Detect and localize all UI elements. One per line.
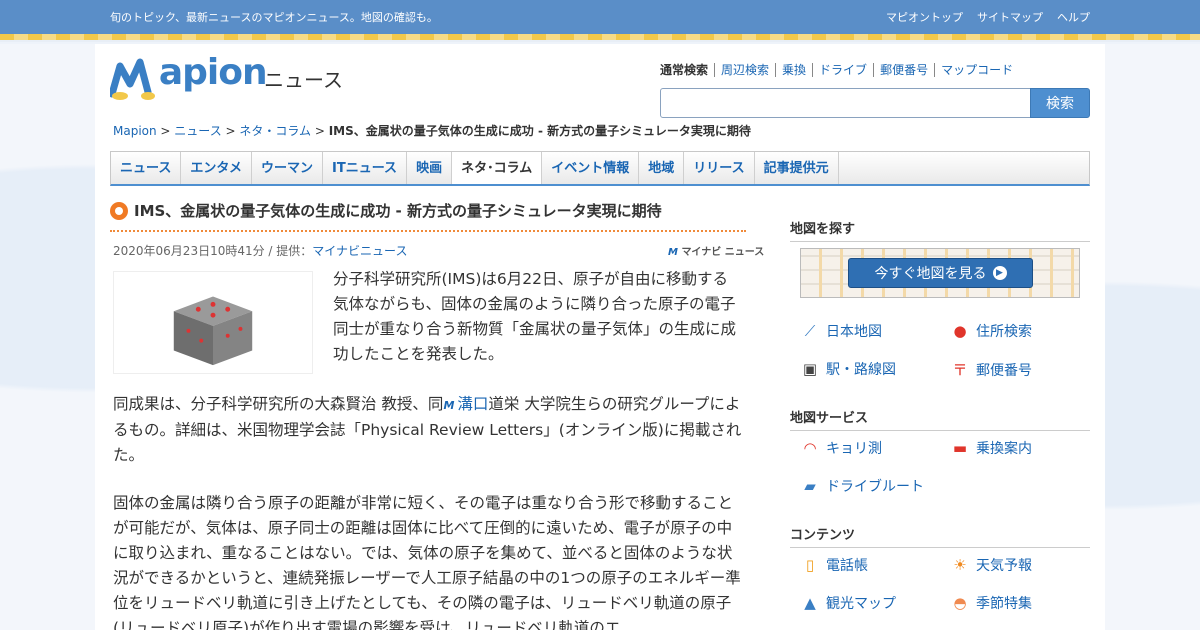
article-lead: 分子科学研究所(IMS)は6月22日、原子が自由に移動する気体ながらも、固体の金… (333, 270, 737, 363)
ruler-icon: ◠ (803, 439, 817, 457)
nav-release[interactable]: リリース (684, 152, 755, 184)
breadcrumb-mapion[interactable]: Mapion (113, 124, 157, 138)
section-title: ニュース (264, 68, 343, 92)
car-icon: ▰ (804, 477, 816, 495)
sidebar-link-station[interactable]: ▣ 駅・路線図 (800, 359, 896, 379)
postal-icon: 〒 (952, 361, 968, 379)
sidebar-heading-service: 地図サービス (790, 407, 1090, 431)
sun-icon: ☀ (953, 556, 967, 574)
logo-wordmark: apion (158, 52, 268, 93)
nav-providers[interactable]: 記事提供元 (755, 152, 839, 184)
sidebar-link-seasonal[interactable]: ◓ 季節特集 (950, 593, 1032, 613)
transit-label: 乗換案内 (976, 441, 1032, 457)
nav-it-news[interactable]: ITニュース (323, 152, 408, 184)
breadcrumb-news[interactable]: ニュース (174, 124, 221, 138)
sidebar-link-address-search[interactable]: ● 住所検索 (950, 321, 1032, 341)
distance-label: キョリ測 (826, 441, 882, 457)
seasonal-icon: ◓ (953, 594, 967, 612)
sidebar-link-sightseeing[interactable]: ▲ 観光マップ (800, 593, 896, 613)
mapion-logo-text[interactable]: Mapion (124, 52, 268, 93)
search-button[interactable]: 検索 (1030, 88, 1090, 118)
bus-icon: ▬ (952, 439, 968, 457)
sidebar-heading-contents: コンテンツ (790, 524, 1090, 548)
global-nav: ニュース エンタメ ウーマン ITニュース 映画 ネタ･コラム イベント情報 地… (110, 151, 1090, 186)
train-icon: ▣ (802, 360, 818, 378)
article-paragraph-2: 同成果は、分子科学研究所の大森賢治 教授、同M 溝口道栄 大学院生らの研究グループ… (113, 392, 743, 468)
lattice-illustration (173, 296, 253, 366)
top-link-sitemap[interactable]: サイトマップ (977, 9, 1043, 25)
nav-event[interactable]: イベント情報 (542, 152, 640, 184)
sidebar-link-distance[interactable]: ◠ キョリ測 (800, 438, 882, 458)
station-label: 駅・路線図 (826, 362, 896, 378)
provider-logo[interactable]: M マイナビ ニュース (668, 243, 764, 258)
sidebar-heading-map: 地図を探す (790, 218, 1090, 242)
breadcrumb-separator: > (156, 124, 175, 138)
search-type-tabs: 通常検索 周辺検索 乗換 ドライブ 郵便番号 マップコード (660, 63, 1019, 77)
article-provider-link[interactable]: マイナビニュース (312, 244, 407, 258)
japan-map-icon: ⟋ (804, 322, 816, 340)
nav-movie[interactable]: 映画 (407, 152, 453, 184)
sidebar-link-japan-map[interactable]: ⟋ 日本地図 (800, 321, 882, 341)
open-map-label: 今すぐ地図を見る (874, 266, 987, 282)
sightseeing-label: 観光マップ (826, 596, 896, 612)
top-link-help[interactable]: ヘルプ (1057, 9, 1090, 25)
search-tab-drive[interactable]: ドライブ (812, 63, 873, 77)
chevron-right-icon: ▶ (992, 266, 1007, 280)
top-bar: 旬のトピック、最新ニュースのマピオンニュース。地図の確認も。 マピオントップ サ… (0, 0, 1200, 34)
phonebook-label: 電話帳 (826, 558, 868, 574)
sidebar-link-weather[interactable]: ☀ 天気予報 (950, 555, 1032, 575)
mapion-keyword-icon: M (443, 399, 455, 412)
breadcrumb-separator: > (311, 124, 329, 138)
top-links: マピオントップ サイトマップ ヘルプ (886, 9, 1090, 25)
article-title: IMS、金属状の量子気体の生成に成功 - 新方式の量子シミュレータ実現に期待 (110, 200, 746, 232)
open-map-button[interactable]: 今すぐ地図を見る ▶ (848, 258, 1033, 288)
japan-map-label: 日本地図 (826, 324, 882, 340)
nav-news[interactable]: ニュース (111, 152, 182, 184)
breadcrumb-current: IMS、金属状の量子気体の生成に成功 - 新方式の量子シミュレータ実現に期待 (328, 124, 751, 138)
weather-label: 天気予報 (976, 558, 1032, 574)
top-link-mapion-top[interactable]: マピオントップ (886, 9, 963, 25)
location-pin-icon: ● (953, 322, 967, 340)
breadcrumb-neta-column[interactable]: ネタ・コラム (239, 124, 311, 138)
article-date: 2020年06月23日10時41分 / 提供： (113, 244, 313, 258)
title-bullet-icon (110, 202, 128, 220)
search-tab-postal[interactable]: 郵便番号 (873, 63, 934, 77)
article-paragraph-3: 固体の金属は隣り合う原子の距離が非常に短く、その電子は重なり合う形で移動すること… (113, 494, 741, 630)
search-tab-nearby[interactable]: 周辺検索 (714, 63, 775, 77)
decorative-band (0, 34, 1200, 42)
seasonal-label: 季節特集 (976, 596, 1032, 612)
article-title-text: IMS、金属状の量子気体の生成に成功 - 新方式の量子シミュレータ実現に期待 (134, 202, 662, 220)
nav-woman[interactable]: ウーマン (252, 152, 323, 184)
nav-entame[interactable]: エンタメ (181, 152, 252, 184)
phonebook-icon: ▯ (805, 556, 815, 574)
article-meta: 2020年06月23日10時41分 / 提供：マイナビニュース (113, 242, 407, 259)
nav-neta-column[interactable]: ネタ･コラム (452, 152, 543, 184)
keyword-link[interactable]: 溝口 (457, 395, 488, 413)
drive-label: ドライブルート (826, 479, 924, 495)
address-search-label: 住所検索 (976, 324, 1032, 340)
article-figure[interactable] (113, 271, 313, 374)
breadcrumb: Mapion > ニュース > ネタ・コラム > IMS、金属状の量子気体の生成… (113, 122, 751, 139)
sidebar-link-phonebook[interactable]: ▯ 電話帳 (800, 555, 868, 575)
breadcrumb-separator: > (221, 124, 240, 138)
p2-text-before: 同成果は、分子科学研究所の大森賢治 教授、同 (113, 395, 444, 413)
search-tab-transit[interactable]: 乗換 (775, 63, 812, 77)
provider-logo-text: マイナビ ニュース (681, 247, 765, 258)
sightseeing-icon: ▲ (804, 594, 816, 612)
site-tagline: 旬のトピック、最新ニュースのマピオンニュース。地図の確認も。 (110, 11, 438, 24)
sidebar-link-transit[interactable]: ▬ 乗換案内 (950, 438, 1032, 458)
sidebar-link-drive[interactable]: ▰ ドライブルート (800, 476, 924, 496)
sidebar-link-postal[interactable]: 〒 郵便番号 (950, 359, 1032, 380)
search-tab-normal[interactable]: 通常検索 (660, 63, 714, 77)
nav-region[interactable]: 地域 (639, 152, 685, 184)
search-tab-mapcode[interactable]: マップコード (934, 63, 1019, 77)
search-input[interactable] (660, 88, 1032, 118)
postal-label: 郵便番号 (976, 362, 1032, 379)
mynavi-logo-icon: M (668, 247, 678, 258)
